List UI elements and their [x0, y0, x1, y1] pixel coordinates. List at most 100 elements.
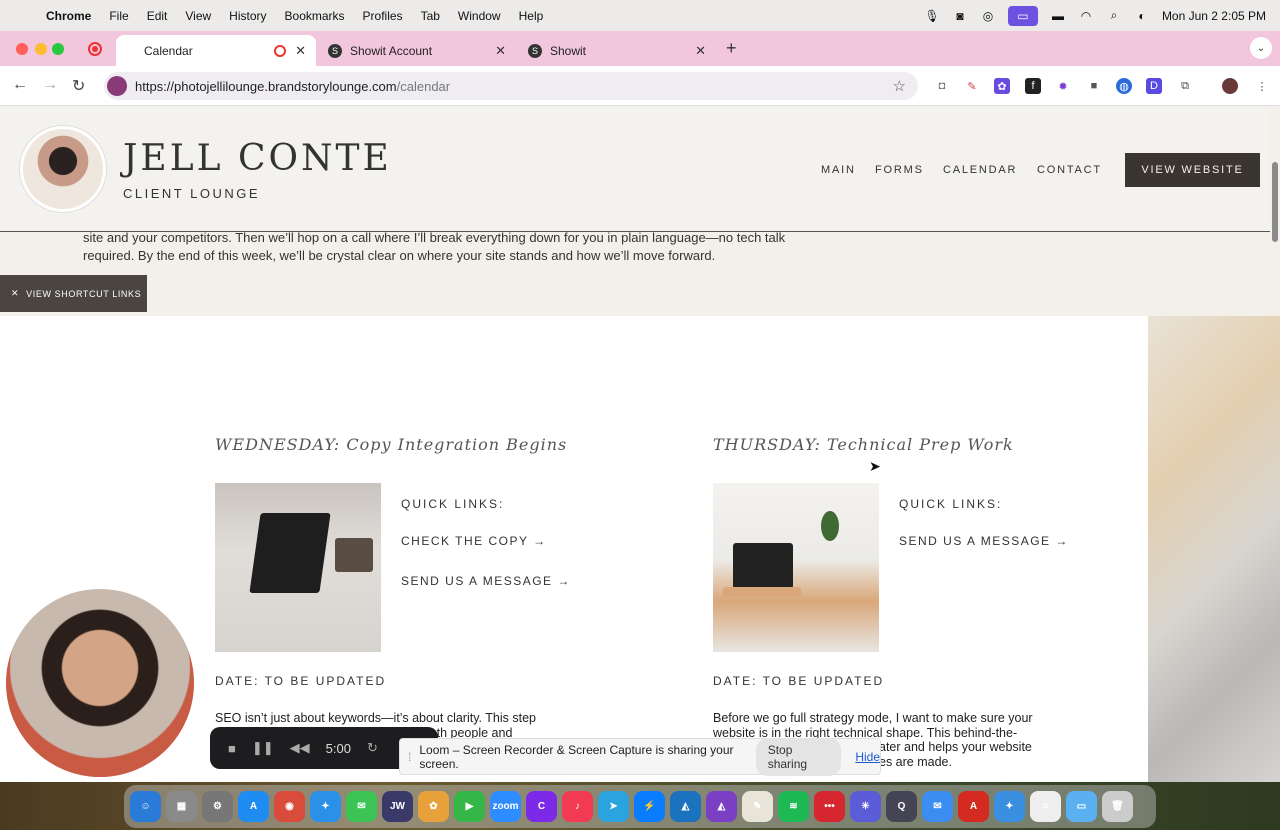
nav-main[interactable]: MAIN	[821, 164, 856, 176]
dock-zoom-icon[interactable]: zoom	[490, 791, 521, 822]
view-shortcut-links-button[interactable]: ✕ VIEW SHORTCUT LINKS	[0, 275, 147, 312]
d-extension-icon[interactable]: D	[1146, 78, 1162, 94]
reload-icon[interactable]: ↻	[72, 76, 85, 96]
dock-finder-icon[interactable]: ☺	[130, 791, 161, 822]
send-message-link[interactable]: SEND US A MESSAGE →	[899, 534, 1069, 548]
loom-camera-bubble[interactable]	[6, 589, 194, 777]
profile-photo	[20, 126, 106, 212]
dock-affinity-photo-icon[interactable]: ◭	[706, 791, 737, 822]
tab-showit-account[interactable]: S Showit Account ✕	[316, 35, 516, 66]
tab-close-icon[interactable]: ✕	[295, 43, 306, 59]
nav-contact[interactable]: CONTACT	[1037, 164, 1102, 176]
dock-trash-icon[interactable]: 🗑	[1102, 791, 1133, 822]
menu-bookmarks[interactable]: Bookmarks	[285, 9, 345, 23]
back-arrow-icon[interactable]: ←	[12, 76, 28, 94]
extensions-puzzle-icon[interactable]: ⧉	[1177, 78, 1193, 94]
site-info-icon[interactable]	[107, 76, 127, 96]
view-website-button[interactable]: VIEW WEBSITE	[1125, 153, 1260, 187]
send-message-link[interactable]: SEND US A MESSAGE →	[401, 574, 571, 588]
menu-tab[interactable]: Tab	[421, 9, 440, 23]
dock-photos-icon[interactable]: ✿	[418, 791, 449, 822]
tab-close-icon[interactable]: ✕	[695, 43, 706, 59]
search-icon[interactable]: ⌕	[1106, 8, 1122, 23]
pause-icon[interactable]: ❚❚	[252, 740, 274, 756]
nav-calendar[interactable]: CALENDAR	[943, 164, 1017, 176]
microphone-icon[interactable]: 🎙	[924, 9, 940, 23]
more-menu-icon[interactable]: ⋮	[1254, 78, 1270, 94]
font-extension-icon[interactable]: f	[1025, 78, 1041, 94]
rewind-icon[interactable]: ◀◀	[290, 740, 310, 756]
day-title-thursday: THURSDAY: Technical Prep Work	[713, 435, 1014, 454]
maximize-window-button[interactable]	[52, 43, 64, 55]
dock-system-settings-icon[interactable]: ⚙	[202, 791, 233, 822]
profile-avatar[interactable]	[1222, 78, 1238, 94]
menu-profiles[interactable]: Profiles	[363, 9, 403, 23]
tab-title: Showit	[550, 43, 587, 58]
stop-sharing-button[interactable]: Stop sharing	[755, 737, 842, 776]
tab-calendar[interactable]: Calendar ✕	[116, 35, 316, 66]
dock-mail-icon[interactable]: ✉	[922, 791, 953, 822]
dock-scrobbles-icon[interactable]: •••	[814, 791, 845, 822]
menu-app-name[interactable]: Chrome	[46, 9, 91, 23]
tab-showit[interactable]: S Showit ✕	[516, 35, 716, 66]
dock-safari-icon[interactable]: ✦	[310, 791, 341, 822]
globe-extension-icon[interactable]: ◍	[1116, 78, 1132, 94]
dock-messages-icon[interactable]: ✉	[346, 791, 377, 822]
menu-view[interactable]: View	[185, 9, 211, 23]
dock-telegram-icon[interactable]: ➤	[598, 791, 629, 822]
restart-icon[interactable]: ↻	[367, 740, 378, 756]
drag-handle-icon[interactable]: ⁞	[408, 750, 411, 764]
camera-extension-icon[interactable]: ◘	[934, 78, 950, 94]
dock-quicktime-icon[interactable]: Q	[886, 791, 917, 822]
dock-facetime-icon[interactable]: ▶	[454, 791, 485, 822]
creative-cloud-icon[interactable]: ◎	[980, 9, 996, 23]
tab-close-icon[interactable]: ✕	[495, 43, 506, 59]
menu-file[interactable]: File	[109, 9, 128, 23]
stop-recording-icon[interactable]: ■	[228, 741, 236, 756]
menu-help[interactable]: Help	[519, 9, 544, 23]
browser-toolbar: ← → ↻ https://photojellilounge.brandstor…	[0, 66, 1280, 106]
brand-name[interactable]: JELL CONTE	[123, 138, 392, 179]
laptop-shape	[249, 513, 331, 593]
settings-extension-icon[interactable]: ✹	[1055, 78, 1071, 94]
control-center-icon[interactable]: ◐	[1134, 9, 1150, 23]
dock-safari-beta-icon[interactable]: ✦	[994, 791, 1025, 822]
dock-launchpad-icon[interactable]: ▦	[166, 791, 197, 822]
minimize-window-button[interactable]	[35, 43, 47, 55]
dock-document-preview-icon[interactable]: ≡	[1030, 791, 1061, 822]
screen-record-icon[interactable]: ◙	[952, 9, 968, 23]
dock-messenger-icon[interactable]: ⚡	[634, 791, 665, 822]
pen-extension-icon[interactable]: ✎	[964, 78, 980, 94]
menu-history[interactable]: History	[229, 9, 266, 23]
dock-perplexity-icon[interactable]: ✳	[850, 791, 881, 822]
dock-music-icon[interactable]: ♪	[562, 791, 593, 822]
dock-freeform-icon[interactable]: ✎	[742, 791, 773, 822]
forward-arrow-icon[interactable]: →	[42, 76, 58, 94]
nav-forms[interactable]: FORMS	[875, 164, 924, 176]
dock-jw-library-icon[interactable]: JW	[382, 791, 413, 822]
menu-edit[interactable]: Edit	[147, 9, 168, 23]
menu-window[interactable]: Window	[458, 9, 501, 23]
dock-affinity-designer-icon[interactable]: ◭	[670, 791, 701, 822]
plant-shape	[821, 511, 839, 541]
check-the-copy-link[interactable]: CHECK THE COPY →	[401, 534, 547, 548]
dock-spotify-icon[interactable]: ≋	[778, 791, 809, 822]
dock-canva-icon[interactable]: C	[526, 791, 557, 822]
dock-downloads-folder-icon[interactable]: ▭	[1066, 791, 1097, 822]
video-extension-icon[interactable]: ■	[1086, 78, 1102, 94]
dock-acrobat-icon[interactable]: A	[958, 791, 989, 822]
hide-link[interactable]: Hide	[855, 750, 880, 764]
extension-badge-icon[interactable]: ✿	[994, 78, 1010, 94]
bookmark-star-icon[interactable]: ☆	[893, 77, 906, 95]
tab-search-chevron-icon[interactable]: ⌄	[1250, 37, 1272, 59]
close-window-button[interactable]	[16, 43, 28, 55]
new-tab-button[interactable]: +	[726, 38, 737, 59]
screen-mirror-icon[interactable]: ▭	[1007, 5, 1038, 26]
address-bar[interactable]: https://photojellilounge.brandstoryloung…	[104, 72, 918, 100]
dock-app-store-icon[interactable]: A	[238, 791, 269, 822]
page-scrollbar[interactable]	[1272, 162, 1278, 242]
battery-icon[interactable]: ▬	[1050, 9, 1066, 23]
wifi-icon[interactable]: ◠	[1078, 9, 1094, 23]
dock-chrome-icon[interactable]: ◉	[274, 791, 305, 822]
menubar-clock[interactable]: Mon Jun 2 2:05 PM	[1162, 9, 1266, 23]
